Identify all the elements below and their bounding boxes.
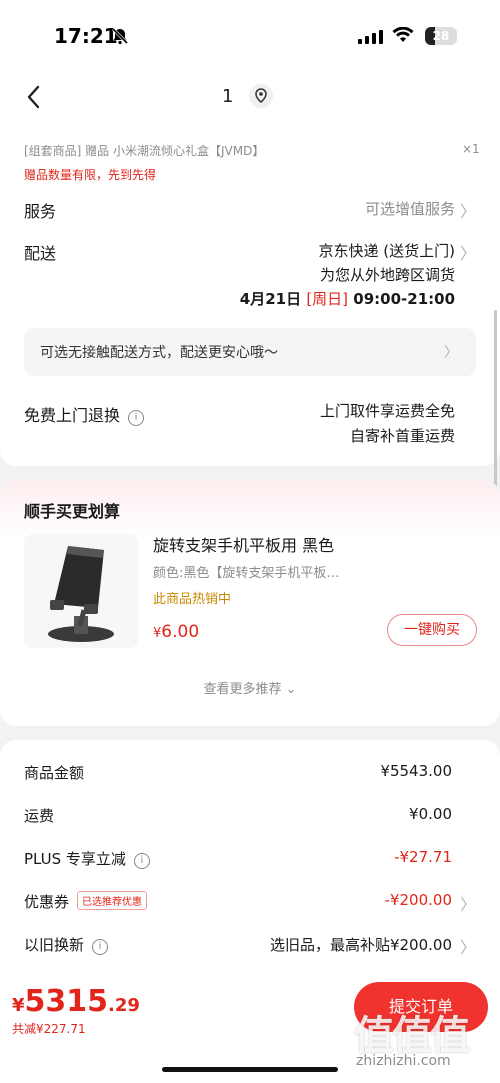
signal-icon <box>358 29 384 48</box>
nav-bar: 1 <box>0 72 500 130</box>
delivery-weekday: [周日] <box>306 290 349 308</box>
plus-discount-value: -¥27.71 <box>394 848 452 866</box>
info-icon[interactable]: i <box>128 410 145 426</box>
free-return-label: 免费上门退换 i <box>24 402 145 426</box>
addon-card: 顺手买更划算 旋转支架手机平板用 黑色 颜色:黑色【旋转支架手机平板… 此商品热… <box>0 480 500 726</box>
delivery-label: 配送 <box>24 244 57 263</box>
battery-level: 28 <box>432 29 450 43</box>
total-saved: 共减¥227.71 <box>12 1022 86 1036</box>
status-bar: 17:21 28 <box>0 0 500 72</box>
order-info-card: [组套商品] 赠品 小米潮流倾心礼盒【JVMD】 ×1 赠品数量有限，先到先得 … <box>0 130 500 466</box>
product-name[interactable]: 旋转支架手机平板用 黑色 <box>153 532 334 556</box>
watermark-url: zhizhizhi.com <box>356 1053 451 1069</box>
service-chevron-icon[interactable]: 〉 <box>460 198 476 222</box>
total-integer: 5315 <box>24 984 109 1019</box>
coupon-label: 优惠券 已选推荐优惠 <box>24 891 148 912</box>
coupon-chevron-icon[interactable]: 〉 <box>460 891 476 915</box>
coupon-value[interactable]: -¥200.00 <box>385 891 452 909</box>
delivery-note: 为您从外地跨区调货 <box>319 266 455 284</box>
gift-item: [组套商品] 赠品 小米潮流倾心礼盒【JVMD】 <box>24 144 265 158</box>
shipping-label: 运费 <box>24 807 55 825</box>
price-value: 6.00 <box>161 622 200 642</box>
more-recommendations-link[interactable]: 查看更多推荐 ⌄ <box>0 678 500 697</box>
status-time: 17:21 <box>54 24 118 48</box>
delivery-chevron-icon[interactable]: 〉 <box>460 240 476 264</box>
info-icon[interactable]: i <box>92 939 109 955</box>
watermark-logo: 值值值 <box>354 1013 470 1059</box>
more-recommendations-text: 查看更多推荐 <box>203 682 282 697</box>
coupon-label-text: 优惠券 <box>24 893 70 911</box>
battery-icon: 28 <box>425 27 457 45</box>
trade-in-value[interactable]: 选旧品，最高补贴¥200.00 <box>270 934 452 955</box>
chevron-down-icon: ⌄ <box>285 682 297 697</box>
info-icon[interactable]: i <box>133 853 150 869</box>
page-title: 1 <box>222 86 234 107</box>
back-icon[interactable] <box>20 82 50 112</box>
free-return-label-text: 免费上门退换 <box>24 406 121 425</box>
contactless-delivery-option[interactable]: 可选无接触配送方式，配送更安心哦～ 〉 <box>24 328 476 376</box>
delivery-time: 4月21日 [周日] 09:00-21:00 <box>240 288 455 309</box>
bell-muted-icon <box>111 27 129 49</box>
goods-amount-label: 商品金额 <box>24 764 85 782</box>
total-decimal: .29 <box>108 995 140 1016</box>
free-return-line2: 自寄补首重运费 <box>349 427 455 445</box>
trade-in-chevron-icon[interactable]: 〉 <box>460 934 476 958</box>
delivery-slot: 09:00-21:00 <box>353 290 455 308</box>
contactless-text: 可选无接触配送方式，配送更安心哦～ <box>40 345 278 361</box>
total-price: ¥5315.29 <box>12 984 140 1019</box>
product-price: ¥6.00 <box>153 622 199 642</box>
service-value[interactable]: 可选增值服务 <box>365 198 455 219</box>
home-indicator <box>162 1067 338 1072</box>
product-spec: 颜色:黑色【旋转支架手机平板… <box>153 566 340 581</box>
total-symbol: ¥ <box>12 995 25 1016</box>
contactless-chevron-icon: 〉 <box>444 345 458 361</box>
plus-discount-label: PLUS 专享立减 i <box>24 848 150 869</box>
quick-buy-button[interactable]: 一键购买 <box>387 614 477 646</box>
goods-amount-value: ¥5543.00 <box>380 762 452 780</box>
coupon-tag: 已选推荐优惠 <box>77 891 148 910</box>
delivery-date: 4月21日 <box>239 290 302 308</box>
watermark: 值值值 zhizhizhi.com <box>350 1003 490 1083</box>
service-label: 服务 <box>24 202 57 221</box>
gift-quantity: ×1 <box>462 142 480 156</box>
plus-discount-label-text: PLUS 专享立减 <box>24 850 126 868</box>
shipping-value: ¥0.00 <box>409 805 452 823</box>
product-hot-label: 此商品热销中 <box>153 592 232 607</box>
location-icon[interactable] <box>249 84 273 108</box>
delivery-method[interactable]: 京东快递 (送货上门) <box>319 240 455 261</box>
trade-in-label-text: 以旧换新 <box>24 936 85 954</box>
free-return-line1: 上门取件享运费全免 <box>319 402 455 420</box>
product-image[interactable] <box>24 534 138 648</box>
trade-in-label: 以旧换新 i <box>24 934 109 955</box>
wifi-icon <box>392 26 414 47</box>
gift-limit-note: 赠品数量有限，先到先得 <box>24 168 157 182</box>
addon-title: 顺手买更划算 <box>24 502 121 521</box>
price-summary-card: 商品金额 ¥5543.00 运费 ¥0.00 PLUS 专享立减 i -¥27.7… <box>0 740 500 980</box>
